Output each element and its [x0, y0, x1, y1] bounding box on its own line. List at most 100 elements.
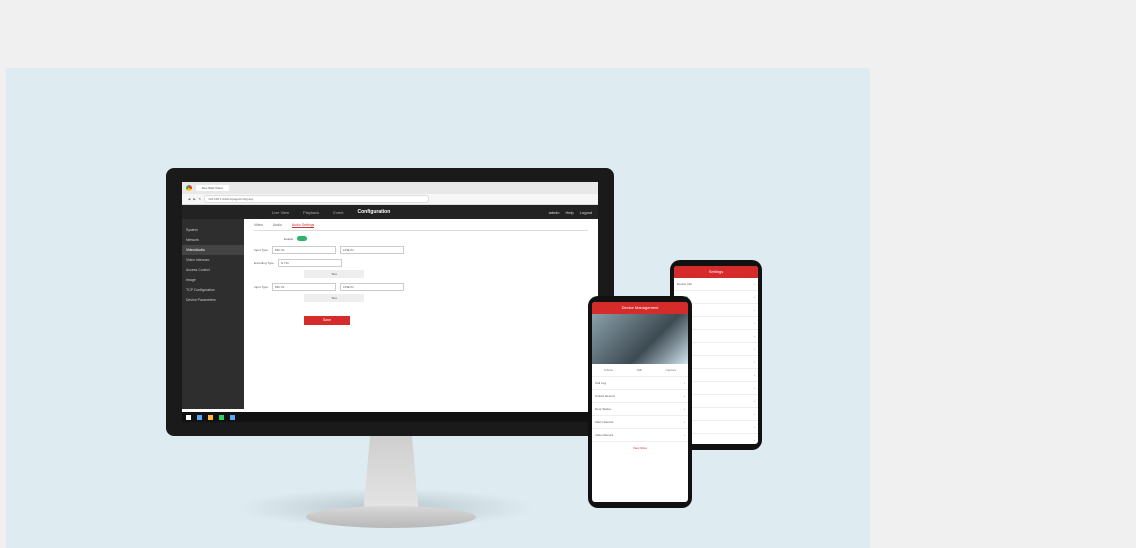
header-actions: admin Help Logout	[549, 210, 598, 215]
input-type-row-2: Input Type MIC IN LINE IN	[254, 283, 588, 291]
list-item[interactable]: Video Record ›	[592, 429, 688, 442]
taskbar-app-icon[interactable]	[208, 414, 213, 420]
list-item[interactable]: Alarm Record ›	[592, 416, 688, 429]
taskbar-app-icon[interactable]	[230, 414, 235, 420]
input-type-label-2: Input Type	[254, 285, 268, 289]
address-bar: ◀ ▶ ↻ 192.168.1.64/doc/page/config.asp	[182, 194, 598, 205]
list-item-label: Door Status	[595, 407, 611, 411]
unlock-button[interactable]: Unlock	[604, 368, 613, 372]
list-item-label: Call Log	[595, 381, 607, 385]
taskbar-app-icon[interactable]	[219, 414, 224, 420]
help-link[interactable]: Help	[566, 210, 574, 215]
enable-row: Enable	[284, 236, 588, 241]
phone-front-screen: Device Management Unlock Talk Capture Ca…	[592, 302, 688, 502]
chevron-right-icon: ›	[754, 386, 755, 390]
save-button[interactable]: Save	[304, 316, 350, 325]
back-icon[interactable]: ◀	[188, 197, 190, 201]
capture-button[interactable]: Capture	[666, 368, 677, 372]
chevron-right-icon: ›	[754, 347, 755, 351]
nav-playback[interactable]: Playback	[303, 210, 319, 215]
phone-back-header: Settings	[674, 266, 758, 278]
list-item-label: Video Record	[595, 433, 614, 437]
chevron-right-icon: ›	[754, 282, 755, 286]
list-item-label: Unlock Record	[595, 394, 615, 398]
input-type-label: Input Type	[254, 248, 268, 252]
chevron-right-icon: ›	[684, 433, 685, 437]
tab-audio[interactable]: Audio	[273, 223, 282, 228]
sidebar-item-device-params[interactable]: Device Parameters	[182, 295, 244, 305]
tab-video[interactable]: Video	[254, 223, 263, 228]
talk-button[interactable]: Talk	[637, 368, 642, 372]
encoding-select[interactable]: G.711	[277, 259, 342, 267]
list-item[interactable]: Device Info ›	[674, 278, 758, 291]
monitor-screen: Dev Web Client ◀ ▶ ↻ 192.168.1.64/doc/pa…	[182, 182, 598, 422]
list-item[interactable]: Door Status ›	[592, 403, 688, 416]
encoding-row: Encoding Type G.711	[254, 259, 588, 267]
chevron-right-icon: ›	[754, 360, 755, 364]
chevron-right-icon: ›	[684, 394, 685, 398]
view-more-link[interactable]: View More	[592, 446, 688, 450]
sidebar-item-system[interactable]: System	[182, 225, 244, 235]
input-type-select-4[interactable]: LINE IN	[339, 283, 404, 291]
enable-label: Enable	[284, 236, 294, 241]
taskbar-app-icon[interactable]	[197, 414, 202, 420]
monitor-stand	[363, 436, 419, 516]
list-item-label: Device Info	[677, 282, 693, 286]
taskbar	[182, 412, 598, 422]
list-item-label: Alarm Record	[595, 420, 614, 424]
sidebar: System Network Video/Audio Video Interco…	[182, 219, 244, 409]
sidebar-item-access-control[interactable]: Access Control	[182, 265, 244, 275]
chevron-right-icon: ›	[684, 420, 685, 424]
start-icon[interactable]	[186, 414, 191, 420]
chevron-right-icon: ›	[754, 308, 755, 312]
logout-link[interactable]: Logout	[580, 210, 592, 215]
chevron-right-icon: ›	[754, 321, 755, 325]
enable-toggle[interactable]	[297, 236, 308, 241]
browser-logo-icon	[186, 185, 192, 191]
nav-live-view[interactable]: Live View	[272, 210, 289, 215]
hero-panel: Dev Web Client ◀ ▶ ↻ 192.168.1.64/doc/pa…	[6, 68, 870, 548]
url-input[interactable]: 192.168.1.64/doc/page/config.asp	[204, 195, 430, 203]
app-body: System Network Video/Audio Video Interco…	[182, 219, 598, 409]
chevron-right-icon: ›	[754, 412, 755, 416]
monitor-base	[306, 506, 476, 528]
phone-action-bar: Unlock Talk Capture	[592, 364, 688, 377]
monitor: Dev Web Client ◀ ▶ ↻ 192.168.1.64/doc/pa…	[166, 168, 614, 436]
browser-tab[interactable]: Dev Web Client	[196, 185, 229, 191]
input-type-select-3[interactable]: MIC IN	[271, 283, 336, 291]
nav-event[interactable]: Event	[333, 210, 343, 215]
sidebar-item-video-audio[interactable]: Video/Audio	[182, 245, 244, 255]
chevron-right-icon: ›	[754, 373, 755, 377]
browser-tab-bar: Dev Web Client	[182, 182, 598, 194]
input-type-row: Input Type MIC IN LINE IN	[254, 246, 588, 254]
encoding-label: Encoding Type	[254, 261, 274, 265]
reload-icon[interactable]: ↻	[199, 197, 202, 201]
phone-front-list: Call Log › Unlock Record › Door Status › Alarm…	[592, 377, 688, 442]
phone-front: Device Management Unlock Talk Capture Ca…	[588, 296, 692, 508]
nav-configuration[interactable]: Configuration	[358, 209, 391, 215]
list-item[interactable]: Unlock Record ›	[592, 390, 688, 403]
chevron-right-icon: ›	[754, 334, 755, 338]
chevron-right-icon: ›	[754, 438, 755, 442]
live-video	[592, 314, 688, 364]
forward-icon[interactable]: ▶	[193, 197, 195, 201]
sidebar-item-image[interactable]: Image	[182, 275, 244, 285]
sidebar-item-network[interactable]: Network	[182, 235, 244, 245]
test-button[interactable]: Test	[304, 270, 364, 278]
config-content: Video Audio Audio Settings Enable Input …	[244, 219, 598, 409]
user-link[interactable]: admin	[549, 210, 560, 215]
test-button-2[interactable]: Test	[304, 294, 364, 302]
list-item[interactable]: Call Log ›	[592, 377, 688, 390]
tab-audio-settings[interactable]: Audio Settings	[291, 223, 315, 228]
chevron-right-icon: ›	[684, 381, 685, 385]
input-type-select[interactable]: MIC IN	[271, 246, 336, 254]
input-type-select-2[interactable]: LINE IN	[339, 246, 404, 254]
sidebar-item-tcp[interactable]: TCP Configuration	[182, 285, 244, 295]
app-header: Live View Playback Event Configuration a…	[182, 205, 598, 219]
chevron-right-icon: ›	[754, 399, 755, 403]
sidebar-item-video-intercom[interactable]: Video Intercom	[182, 255, 244, 265]
phone-front-header: Device Management	[592, 302, 688, 314]
config-tabs: Video Audio Audio Settings	[254, 223, 588, 231]
chevron-right-icon: ›	[684, 407, 685, 411]
chevron-right-icon: ›	[754, 295, 755, 299]
